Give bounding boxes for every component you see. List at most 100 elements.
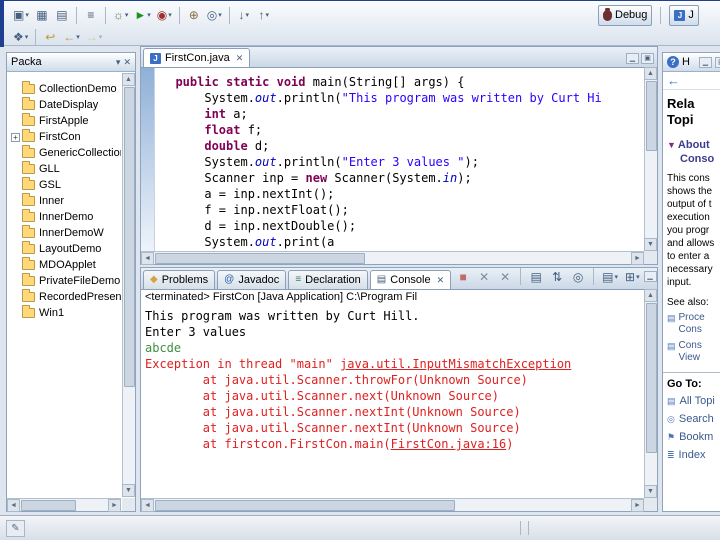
- print-button[interactable]: ▤: [52, 5, 72, 26]
- open-perspective-button[interactable]: ❖ ▾: [10, 27, 31, 48]
- link-cons-view[interactable]: ▤ Cons View: [663, 338, 720, 366]
- scroll-down-button[interactable]: ▼: [122, 484, 135, 497]
- search-button[interactable]: ◎ ▾: [204, 5, 225, 26]
- bookm-icon: ⚑: [667, 432, 676, 442]
- link-index[interactable]: ≣ Index: [663, 446, 720, 464]
- tab-console[interactable]: ▤ Console ✕: [369, 270, 452, 289]
- tree-item-mdoapplet[interactable]: MDOApplet: [8, 257, 121, 273]
- external-tools-button[interactable]: ◉ ▾: [154, 5, 175, 26]
- maximize-icon[interactable]: ▣: [641, 53, 654, 64]
- remove-all-launches-button[interactable]: ✕: [495, 268, 515, 287]
- v-scrollbar[interactable]: ▲ ▼: [644, 289, 657, 498]
- previous-annotation-button[interactable]: ↑ ▾: [254, 5, 274, 26]
- new-wizard-button[interactable]: ▣ ▾: [10, 5, 32, 26]
- minimize-icon[interactable]: ▁: [698, 56, 712, 68]
- view-menu-icon[interactable]: ▾: [116, 57, 121, 68]
- link-search[interactable]: ◎ Search: [663, 410, 720, 428]
- close-icon[interactable]: ✕: [236, 53, 244, 64]
- scroll-left-button[interactable]: ◄: [7, 499, 20, 512]
- back-button[interactable]: ← ▾: [60, 27, 83, 48]
- toolbar-separator: [35, 28, 37, 46]
- tree-item-firstapple[interactable]: FirstApple: [8, 113, 121, 129]
- tree-item-win1[interactable]: Win1: [8, 305, 121, 321]
- scrollbar-thumb[interactable]: [646, 81, 657, 151]
- v-scrollbar[interactable]: ▲ ▼: [644, 67, 657, 251]
- tab-firstcon-java[interactable]: J FirstCon.java ✕: [143, 48, 251, 67]
- scroll-lock-button[interactable]: ⇅: [547, 268, 567, 287]
- tab-problems[interactable]: ◆ Problems: [143, 270, 216, 289]
- scroll-right-button[interactable]: ►: [631, 499, 644, 512]
- console-segment[interactable]: java.util.InputMismatchException: [340, 357, 571, 371]
- scrollbar-thumb[interactable]: [155, 500, 455, 511]
- about-console-topic[interactable]: ▼ About Conso: [663, 128, 720, 166]
- console-tool-icons: ■ ✕ ✕ ▤ ⇅ ◎ ▤ ▾ ⊞ ▾: [453, 268, 642, 287]
- h-scrollbar[interactable]: ◄ ►: [141, 251, 644, 265]
- close-icon[interactable]: ✕: [123, 57, 131, 68]
- v-scrollbar[interactable]: ▲ ▼: [122, 73, 135, 497]
- display-selected-console-button[interactable]: ▤ ▾: [599, 268, 621, 287]
- code-segment: public static void: [161, 75, 313, 89]
- h-scrollbar[interactable]: ◄ ►: [141, 498, 644, 512]
- tree-item-firstcon[interactable]: + FirstCon: [8, 129, 121, 145]
- scroll-right-button[interactable]: ►: [631, 252, 644, 265]
- create-jar-button[interactable]: ⊕: [184, 5, 204, 26]
- h-scrollbar[interactable]: ◄ ►: [7, 498, 121, 512]
- see-also-links: ▤ Proce Cons ▤ Cons View: [663, 310, 720, 366]
- debug-perspective-button[interactable]: Debug: [598, 4, 653, 26]
- scrollbar-thumb[interactable]: [124, 87, 135, 387]
- next-annotation-button[interactable]: ↓ ▾: [234, 5, 254, 26]
- tree-item-genericcollectiond[interactable]: GenericCollectionD: [8, 145, 121, 161]
- console-output[interactable]: This program was written by Curt Hill. En…: [141, 305, 644, 498]
- remove-launch-button[interactable]: ✕: [474, 268, 494, 287]
- java-perspective-button[interactable]: J J: [669, 4, 699, 26]
- scroll-up-button[interactable]: ▲: [644, 289, 657, 302]
- clear-console-button[interactable]: ▤: [526, 268, 546, 287]
- pin-console-button[interactable]: ◎: [568, 268, 588, 287]
- scrollbar-thumb[interactable]: [21, 500, 76, 511]
- last-edit-location-button[interactable]: ↩: [40, 27, 60, 48]
- help-nav-bar: ←: [663, 72, 720, 90]
- tree-item-collectiondemo[interactable]: CollectionDemo: [8, 81, 121, 97]
- declaration-icon: ≡: [295, 274, 302, 285]
- close-icon[interactable]: ✕: [437, 275, 445, 286]
- scroll-left-button[interactable]: ◄: [141, 252, 154, 265]
- tree-item-layoutdemo[interactable]: LayoutDemo: [8, 241, 121, 257]
- run-button[interactable]: ► ▾: [131, 5, 153, 26]
- save-button[interactable]: ▦: [32, 5, 52, 26]
- forward-button[interactable]: → ▾: [83, 27, 106, 48]
- maximize-icon[interactable]: ▣: [714, 56, 720, 68]
- scroll-right-button[interactable]: ►: [108, 499, 121, 512]
- tab-declaration[interactable]: ≡ Declaration: [288, 270, 368, 289]
- tree-item-innerdemo[interactable]: InnerDemo: [8, 209, 121, 225]
- link-all-topi[interactable]: ▤ All Topi: [663, 392, 720, 410]
- link-proce-cons[interactable]: ▤ Proce Cons: [663, 310, 720, 338]
- open-console-button[interactable]: ⊞ ▾: [622, 268, 643, 287]
- terminate-button[interactable]: ■: [453, 268, 473, 287]
- scroll-down-button[interactable]: ▼: [644, 238, 657, 251]
- open-type-button[interactable]: ≡: [81, 5, 101, 26]
- tree-item-datedisplay[interactable]: DateDisplay: [8, 97, 121, 113]
- tree-item-innerdemow[interactable]: InnerDemoW: [8, 225, 121, 241]
- tree-item-gll[interactable]: GLL: [8, 161, 121, 177]
- link-bookm[interactable]: ⚑ Bookm: [663, 428, 720, 446]
- scroll-down-button[interactable]: ▼: [644, 485, 657, 498]
- folder-icon: [22, 241, 35, 254]
- debug-button[interactable]: ☼ ▾: [110, 5, 132, 26]
- tree-item-inner[interactable]: Inner: [8, 193, 121, 209]
- minimize-icon[interactable]: ▁: [626, 53, 639, 64]
- code-editor[interactable]: public static void main(String[] args) {…: [141, 67, 644, 251]
- tree-item-gsl[interactable]: GSL: [8, 177, 121, 193]
- scroll-up-button[interactable]: ▲: [644, 67, 657, 80]
- tree-item-recordedpresenta[interactable]: RecordedPresenta: [8, 289, 121, 305]
- scroll-left-button[interactable]: ◄: [141, 499, 154, 512]
- scrollbar-thumb[interactable]: [646, 303, 657, 453]
- writable-status-button[interactable]: ✎: [6, 519, 25, 537]
- scroll-up-button[interactable]: ▲: [122, 73, 135, 86]
- minimize-icon[interactable]: ▁: [643, 271, 657, 282]
- expander-icon[interactable]: +: [11, 132, 20, 142]
- console-segment[interactable]: FirstCon.java:16: [391, 437, 507, 451]
- tab-javadoc[interactable]: @ Javadoc: [217, 270, 287, 289]
- back-icon[interactable]: ←: [667, 73, 680, 88]
- tree-item-privatefiledemo[interactable]: PrivateFileDemo: [8, 273, 121, 289]
- scrollbar-thumb[interactable]: [155, 253, 365, 264]
